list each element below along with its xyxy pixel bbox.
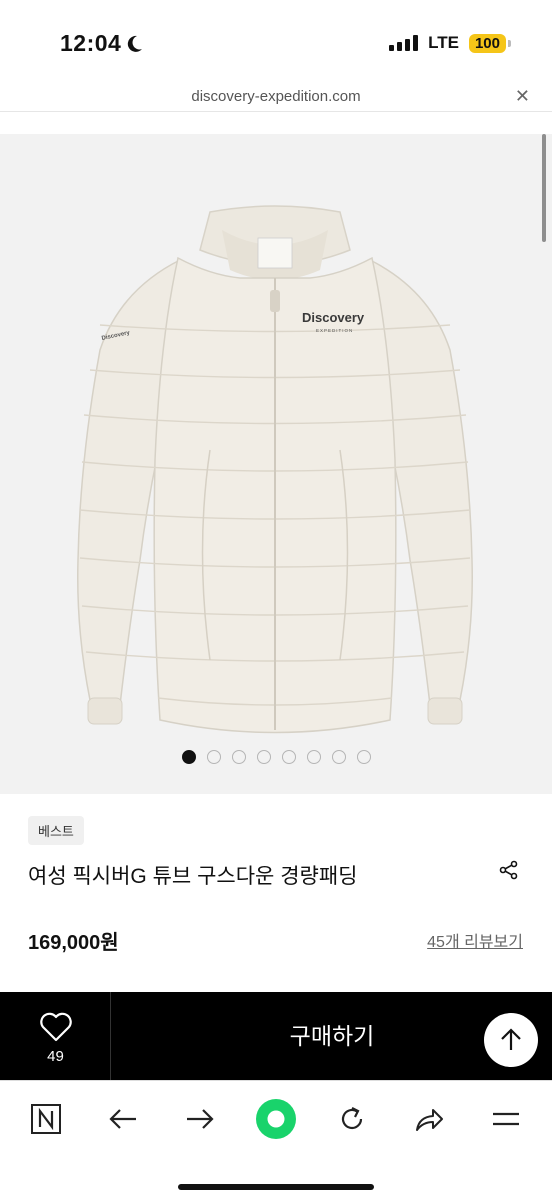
green-dot-icon[interactable] [254, 1097, 298, 1141]
forward-arrow-icon[interactable] [180, 1101, 220, 1137]
menu-icon[interactable] [486, 1101, 526, 1137]
network-label: LTE [428, 33, 459, 52]
gallery-dot[interactable] [256, 750, 271, 764]
scroll-indicator [542, 134, 546, 242]
purchase-bar: 49 구매하기 [0, 992, 552, 1080]
share-icon[interactable] [498, 859, 520, 881]
like-button[interactable]: 49 [0, 992, 111, 1080]
gallery-dot[interactable] [181, 750, 196, 764]
share-arrow-icon[interactable] [409, 1101, 449, 1137]
brand-logo-text: Discovery [302, 310, 365, 325]
gallery-dot[interactable] [206, 750, 221, 764]
product-image-gallery[interactable]: Discovery EXPEDITION Discovery [0, 134, 552, 794]
reviews-link[interactable]: 45개 리뷰보기 [427, 928, 523, 952]
status-time: 12:04 [60, 30, 143, 57]
reload-icon[interactable] [332, 1101, 372, 1137]
product-title: 여성 픽시버G 튜브 구스다운 경량패딩 [28, 865, 358, 888]
brand-logo-sub: EXPEDITION [316, 328, 353, 333]
product-price: 169,000원 [28, 932, 119, 954]
n-home-icon[interactable] [26, 1101, 66, 1137]
url-text[interactable]: discovery-expedition.com [0, 88, 552, 105]
gallery-dot[interactable] [281, 750, 296, 764]
close-icon[interactable]: ✕ [515, 86, 530, 107]
address-bar[interactable]: discovery-expedition.com ✕ [0, 84, 552, 112]
gallery-dot[interactable] [231, 750, 246, 764]
gallery-dot[interactable] [331, 750, 346, 764]
best-badge: 베스트 [28, 816, 84, 845]
signal-icon [389, 35, 419, 51]
arrow-up-icon [501, 1028, 521, 1050]
battery-icon: 100 [468, 33, 512, 53]
gallery-dot[interactable] [306, 750, 321, 764]
home-indicator [178, 1184, 374, 1190]
status-indicators: LTE 100 [389, 33, 512, 53]
browser-toolbar [0, 1080, 552, 1200]
time-text: 12:04 [60, 30, 122, 56]
scroll-to-top-button[interactable] [484, 1013, 538, 1067]
gallery-pagination[interactable] [0, 750, 552, 764]
status-bar: 12:04 LTE 100 [0, 0, 552, 84]
gallery-dot[interactable] [356, 750, 371, 764]
jacket-image: Discovery EXPEDITION Discovery [77, 205, 473, 734]
heart-icon [40, 1012, 72, 1042]
moon-icon [128, 35, 143, 52]
back-arrow-icon[interactable] [103, 1101, 143, 1137]
like-count: 49 [47, 1048, 64, 1065]
